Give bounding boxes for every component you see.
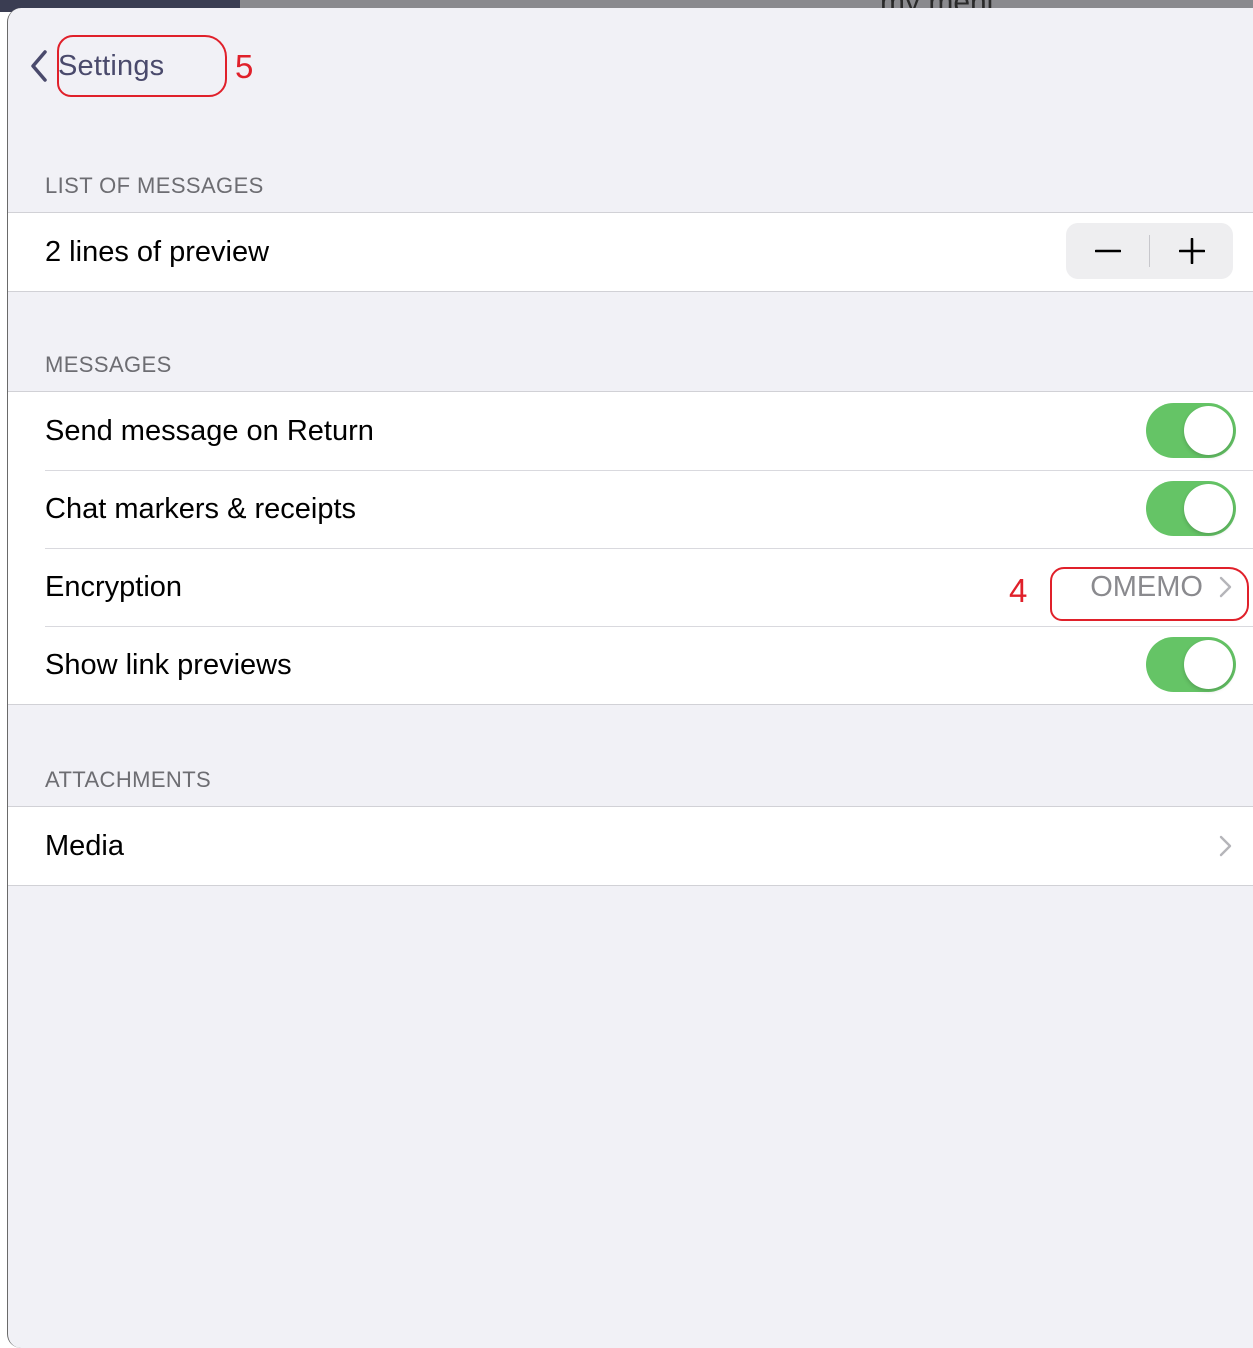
back-button[interactable]: Settings [30,42,164,90]
navigation-bar: Settings [8,8,1253,118]
back-button-label: Settings [58,49,165,82]
media-disclosure[interactable] [1219,807,1232,885]
chat-markers-toggle[interactable] [1146,481,1236,536]
stepper-decrement-button[interactable] [1066,223,1149,279]
row-encryption[interactable]: Encryption OMEMO [8,548,1253,626]
group-messages: Send message on Return Chat markers & re… [8,391,1253,705]
settings-sheet: Settings LIST OF MESSAGES 2 lines of pre… [7,8,1253,1348]
row-send-on-return: Send message on Return [8,392,1253,470]
group-attachments: Media [8,806,1253,886]
toggle-knob [1184,484,1233,533]
toggle-knob [1184,640,1233,689]
chevron-right-icon [1219,576,1232,598]
section-header-messages: MESSAGES [45,352,172,377]
media-label: Media [45,829,124,862]
section-header-attachments: ATTACHMENTS [45,767,212,792]
toggle-knob [1184,406,1233,455]
row-link-previews: Show link previews [8,626,1253,704]
row-media[interactable]: Media [8,807,1253,885]
chevron-right-icon [1219,835,1232,857]
link-previews-label: Show link previews [45,648,292,681]
plus-icon [1178,238,1205,264]
encryption-value-text: OMEMO [1090,570,1203,603]
send-on-return-toggle[interactable] [1146,403,1236,458]
encryption-value[interactable]: OMEMO [1090,548,1232,626]
chat-markers-label: Chat markers & receipts [45,492,357,525]
minus-icon [1094,249,1121,253]
link-previews-toggle[interactable] [1146,637,1236,692]
send-on-return-label: Send message on Return [45,414,374,447]
group-list-of-messages: 2 lines of preview [8,212,1253,292]
stepper-increment-button[interactable] [1150,223,1233,279]
section-header-list-of-messages: LIST OF MESSAGES [45,173,264,198]
preview-lines-label: 2 lines of preview [45,235,270,268]
row-chat-markers: Chat markers & receipts [8,470,1253,548]
preview-lines-stepper[interactable] [1066,223,1233,279]
row-preview-lines: 2 lines of preview [8,213,1253,291]
chevron-left-icon [31,50,47,82]
encryption-label: Encryption [45,570,183,603]
